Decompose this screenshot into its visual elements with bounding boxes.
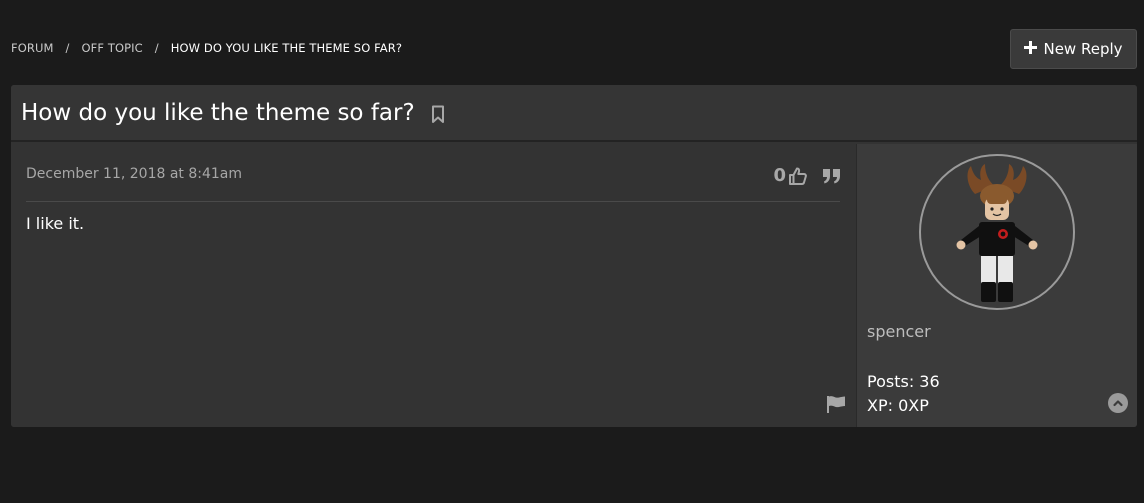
- breadcrumb-off-topic[interactable]: OFF TOPIC: [81, 41, 142, 55]
- author-xp: XP: 0XP: [867, 396, 929, 415]
- post-actions: 0: [773, 165, 842, 186]
- plus-icon: [1024, 40, 1038, 58]
- new-reply-button[interactable]: New Reply: [1010, 29, 1137, 69]
- thread-title: How do you like the theme so far?: [21, 99, 415, 126]
- author-panel: spencer Posts: 36 XP: 0XP: [856, 144, 1137, 427]
- breadcrumb-forum[interactable]: FORUM: [11, 41, 54, 55]
- author-stats: Posts: 36 XP: 0XP: [867, 370, 940, 418]
- breadcrumb-current-thread: HOW DO YOU LIKE THE THEME SO FAR?: [170, 41, 403, 55]
- bookmark-icon[interactable]: [431, 105, 445, 124]
- post-body: I like it.: [26, 214, 85, 233]
- thread-card: How do you like the theme so far? Decemb…: [11, 85, 1137, 427]
- thread-header: How do you like the theme so far?: [11, 85, 1137, 142]
- top-bar: FORUM / OFF TOPIC / HOW DO YOU LIKE THE …: [0, 0, 1144, 85]
- chevron-up-icon: [1112, 397, 1124, 409]
- new-reply-label: New Reply: [1043, 40, 1123, 58]
- flag-icon[interactable]: [826, 395, 846, 413]
- avatar-figure-icon: [956, 164, 1038, 302]
- quote-icon[interactable]: [822, 167, 842, 185]
- author-username[interactable]: spencer: [867, 322, 931, 341]
- breadcrumb-separator: /: [154, 41, 159, 55]
- author-post-count: Posts: 36: [867, 372, 940, 391]
- thumbs-up-icon[interactable]: [788, 166, 808, 186]
- breadcrumb-separator: /: [65, 41, 70, 55]
- breadcrumb: FORUM / OFF TOPIC / HOW DO YOU LIKE THE …: [11, 41, 402, 55]
- collapse-button[interactable]: [1108, 393, 1128, 413]
- post-date: December 11, 2018 at 8:41am: [26, 166, 243, 182]
- post-divider: [26, 201, 840, 202]
- post-content: December 11, 2018 at 8:41am 0 I like it.: [11, 144, 856, 427]
- like-count: 0: [773, 165, 786, 186]
- avatar[interactable]: [919, 154, 1075, 310]
